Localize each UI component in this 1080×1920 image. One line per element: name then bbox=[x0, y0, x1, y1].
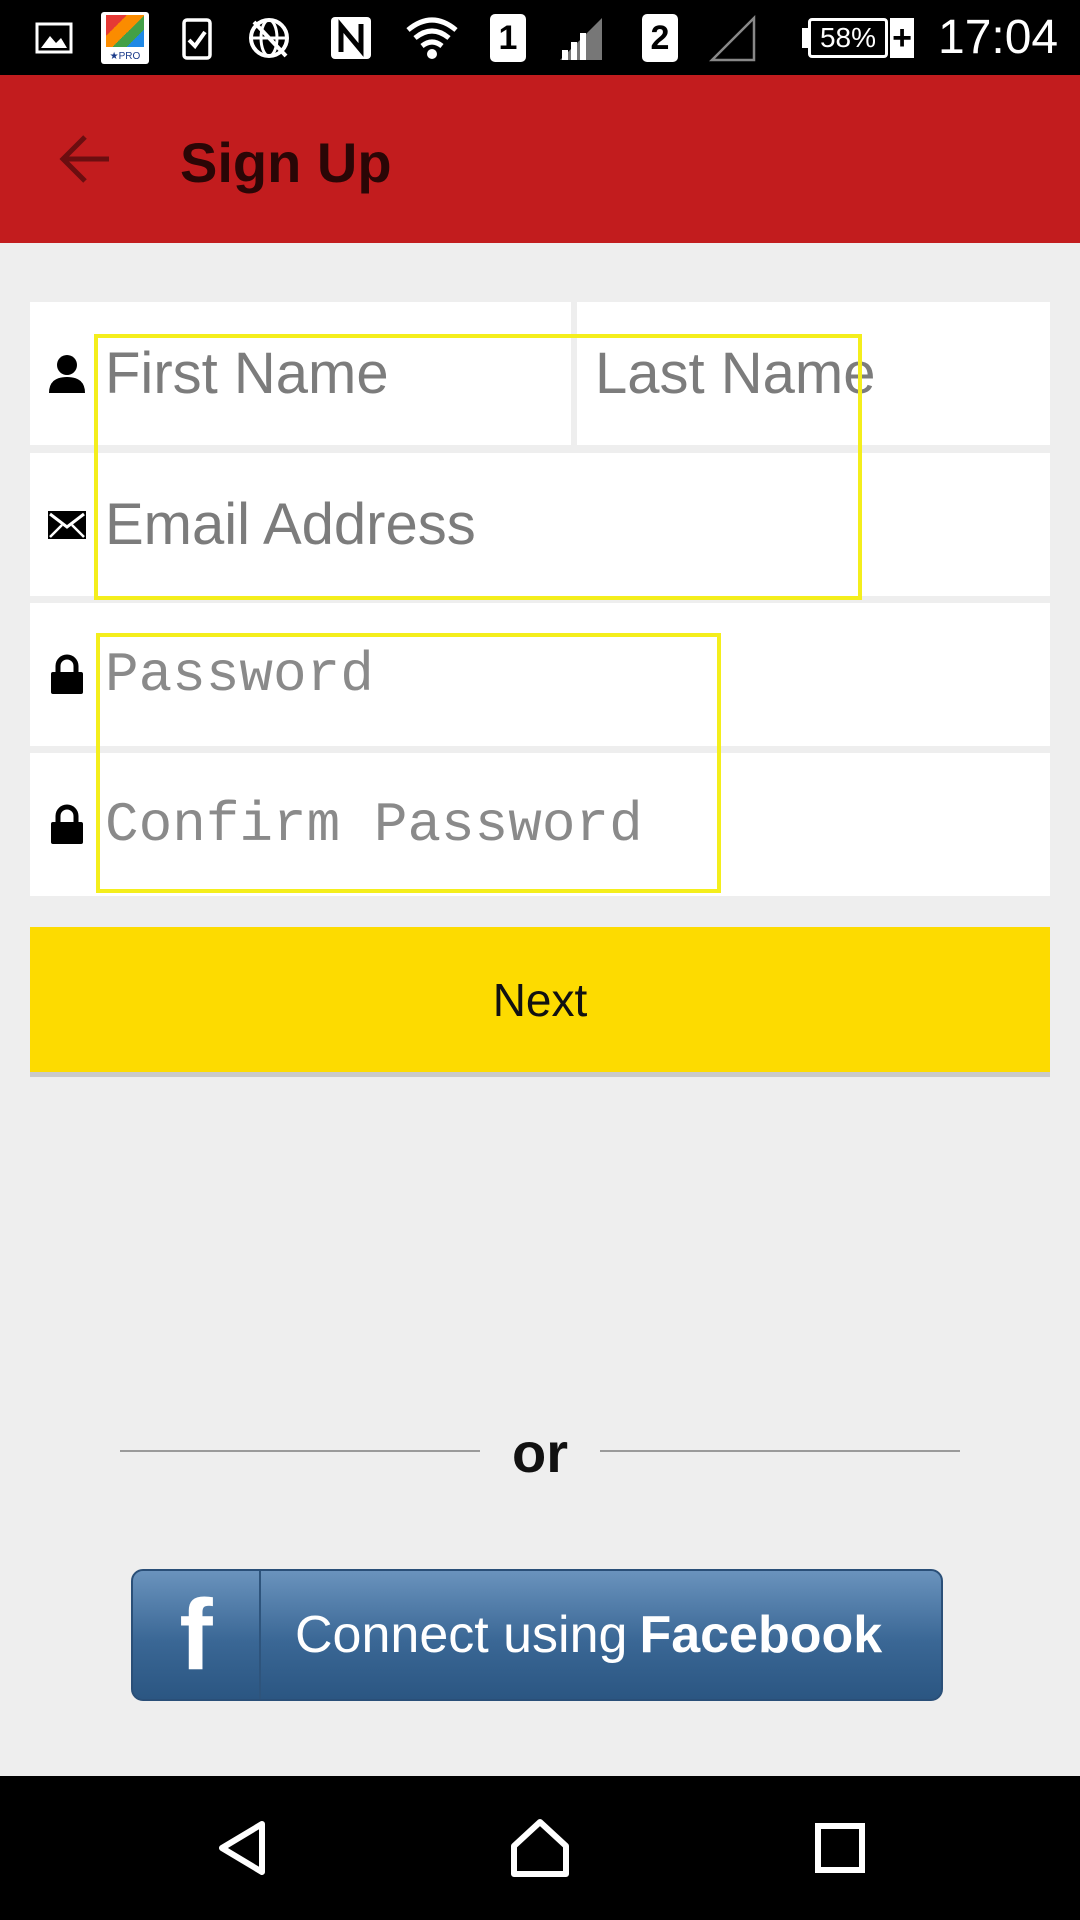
password-row: Password bbox=[30, 603, 1050, 746]
clipboard-check-icon bbox=[182, 18, 212, 60]
sim2-badge: 2 bbox=[642, 14, 678, 62]
image-icon bbox=[35, 22, 73, 54]
facebook-f-glyph: f bbox=[179, 1579, 213, 1691]
password-input[interactable]: Password bbox=[105, 643, 374, 707]
avg-pro-icon: ★PRO bbox=[101, 12, 149, 64]
confirm-password-input[interactable]: Confirm Password bbox=[105, 793, 643, 857]
nav-recents-button[interactable] bbox=[790, 1798, 890, 1898]
wifi-icon bbox=[406, 17, 458, 59]
nfc-icon bbox=[331, 17, 371, 59]
last-name-input[interactable]: Last Name bbox=[595, 340, 875, 407]
or-divider-right-line bbox=[600, 1450, 960, 1452]
envelope-icon bbox=[46, 504, 88, 546]
facebook-label-brand: Facebook bbox=[639, 1606, 883, 1664]
system-nav-bar bbox=[0, 1776, 1080, 1920]
no-globe-icon bbox=[249, 18, 289, 58]
connect-facebook-button[interactable]: f Connect using Facebook bbox=[131, 1569, 943, 1701]
back-button[interactable] bbox=[40, 119, 130, 199]
back-triangle-icon bbox=[219, 1821, 265, 1875]
status-time: 17:04 bbox=[938, 11, 1059, 64]
lock-icon bbox=[46, 654, 88, 696]
signal-icon bbox=[560, 18, 602, 60]
facebook-icon: f bbox=[133, 1571, 261, 1699]
avg-pro-badge: ★PRO bbox=[109, 51, 141, 62]
recents-square-icon bbox=[815, 1823, 865, 1873]
next-button[interactable]: Next bbox=[30, 927, 1050, 1072]
facebook-label-prefix: Connect using bbox=[295, 1606, 628, 1664]
battery-icon: 58% + bbox=[802, 18, 914, 58]
sim2-label: 2 bbox=[650, 18, 670, 57]
nav-home-button[interactable] bbox=[490, 1798, 590, 1898]
sim1-label: 1 bbox=[498, 18, 518, 57]
name-split-divider bbox=[571, 302, 577, 445]
arrow-left-icon bbox=[59, 135, 109, 183]
battery-percent: 58% bbox=[819, 22, 877, 53]
or-divider-left-line bbox=[120, 1450, 480, 1452]
first-name-input[interactable]: First Name bbox=[105, 340, 389, 407]
app-bar: Sign Up bbox=[0, 75, 1080, 243]
sim1-badge: 1 bbox=[490, 14, 526, 62]
home-icon bbox=[511, 1819, 569, 1877]
signal-empty-icon bbox=[708, 14, 756, 62]
email-row: Email Address bbox=[30, 453, 1050, 596]
or-divider-label: or bbox=[512, 1421, 568, 1484]
person-icon bbox=[46, 353, 88, 395]
page-title: Sign Up bbox=[180, 131, 392, 194]
confirm-password-row: Confirm Password bbox=[30, 753, 1050, 896]
facebook-button-label: Connect using Facebook bbox=[295, 1571, 882, 1699]
email-input[interactable]: Email Address bbox=[105, 491, 476, 558]
nav-back-button[interactable] bbox=[192, 1798, 292, 1898]
lock-icon bbox=[46, 804, 88, 846]
status-bar: ★PRO 1 2 58% + 17:04 bbox=[0, 0, 1080, 75]
name-row: First Name Last Name bbox=[30, 302, 1050, 445]
